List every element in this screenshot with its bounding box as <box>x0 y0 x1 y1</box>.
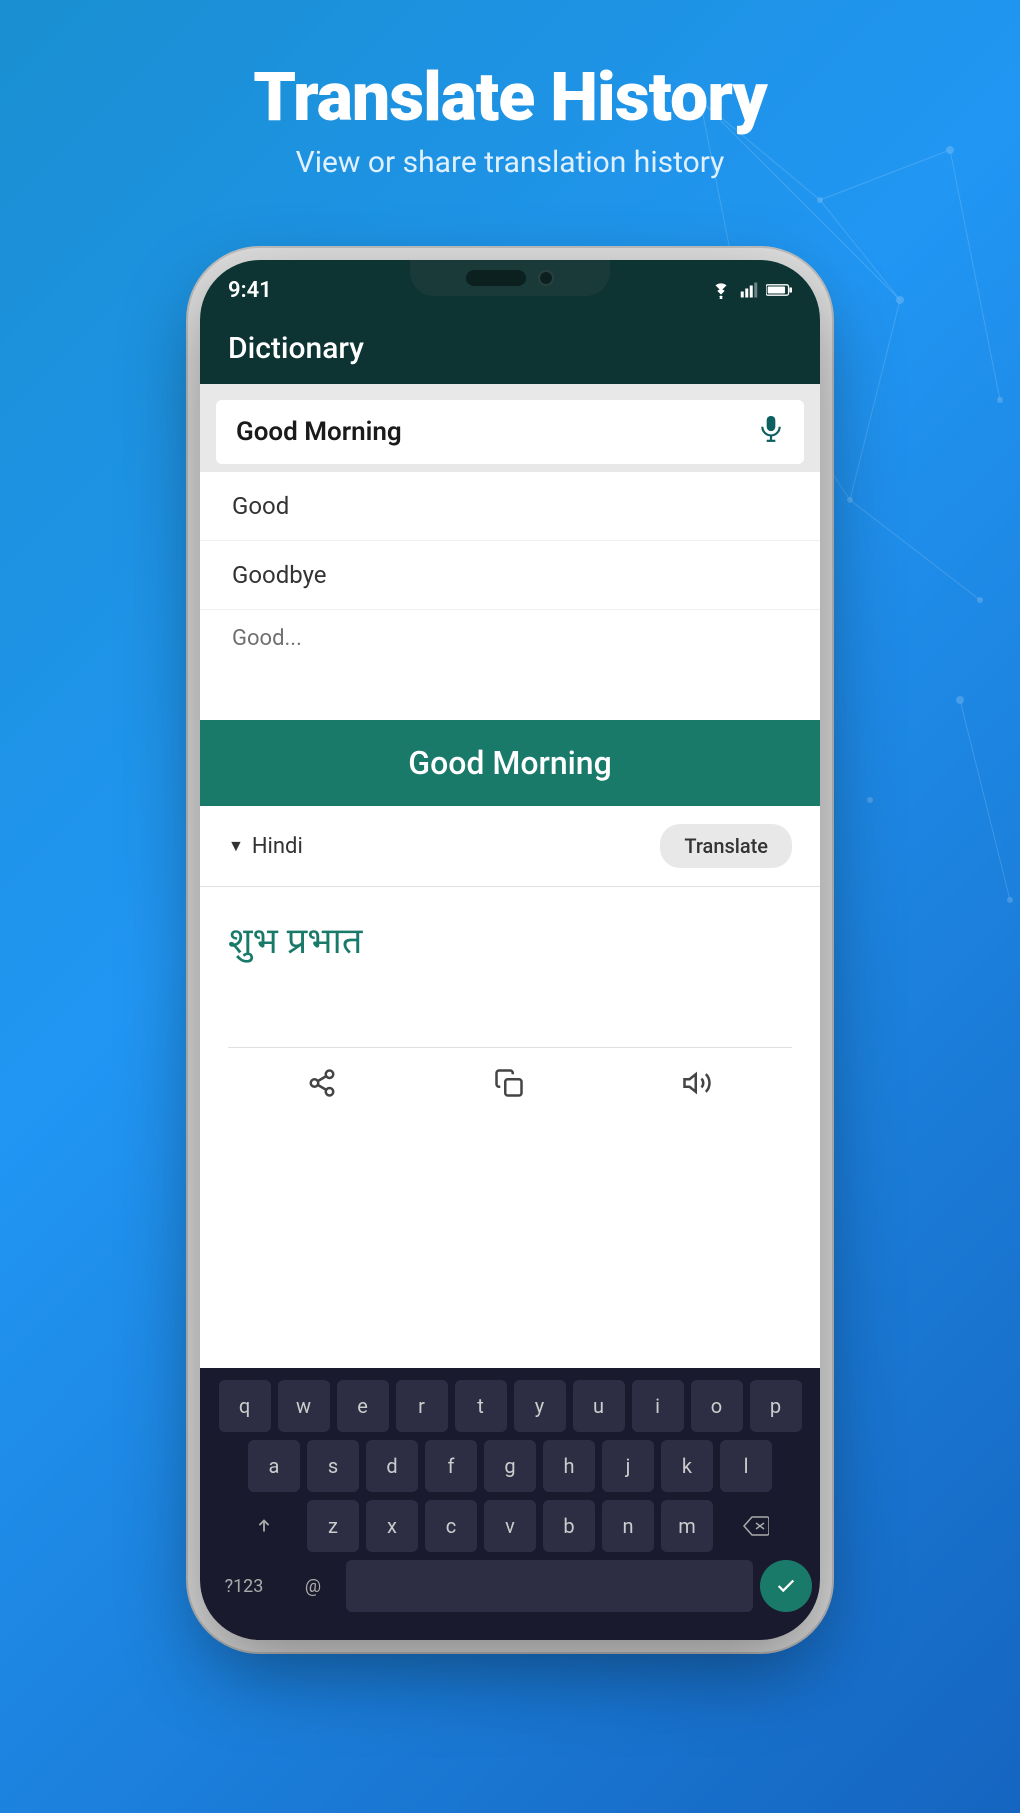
notch-camera <box>538 270 554 286</box>
wifi-icon <box>710 281 732 299</box>
key-n[interactable]: n <box>602 1500 654 1552</box>
language-selector[interactable]: ▼ Hindi <box>228 834 303 859</box>
key-f[interactable]: f <box>425 1440 477 1492</box>
key-c[interactable]: c <box>425 1500 477 1552</box>
keyboard-row-3: z x c v b n m <box>208 1500 812 1552</box>
autocomplete-item-partial[interactable]: Good... <box>200 610 820 667</box>
share-icon[interactable] <box>307 1068 337 1105</box>
key-b[interactable]: b <box>543 1500 595 1552</box>
enter-key[interactable] <box>760 1560 812 1612</box>
search-area: Good Morning <box>200 384 820 480</box>
key-r[interactable]: r <box>396 1380 448 1432</box>
key-p[interactable]: p <box>750 1380 802 1432</box>
translated-text: शुभ प्रभात <box>228 920 362 962</box>
keyboard-row-1: q w e r t y u i o p <box>208 1380 812 1432</box>
key-m[interactable]: m <box>661 1500 713 1552</box>
battery-icon <box>766 283 792 297</box>
autocomplete-list: Good Goodbye Good... <box>200 472 820 667</box>
key-i[interactable]: i <box>632 1380 684 1432</box>
dropdown-arrow-icon: ▼ <box>228 836 244 856</box>
key-h[interactable]: h <box>543 1440 595 1492</box>
autocomplete-item-goodbye[interactable]: Goodbye <box>200 541 820 610</box>
selected-language: Hindi <box>252 834 303 859</box>
key-t[interactable]: t <box>455 1380 507 1432</box>
phone-notch <box>410 260 610 296</box>
translation-result: शुभ प्रभात <box>200 887 820 1047</box>
search-input-value: Good Morning <box>236 417 402 447</box>
header-section: Translate History View or share translat… <box>0 60 1020 180</box>
keyboard-bottom-row: ?123 @ <box>208 1560 812 1612</box>
shift-key[interactable] <box>228 1500 300 1552</box>
phone-frame: 9:41 Dictionar <box>200 260 820 1640</box>
key-k[interactable]: k <box>661 1440 713 1492</box>
translation-lang-row: ▼ Hindi Translate <box>200 806 820 887</box>
key-l[interactable]: l <box>720 1440 772 1492</box>
key-a[interactable]: a <box>248 1440 300 1492</box>
key-z[interactable]: z <box>307 1500 359 1552</box>
app-title: Dictionary <box>228 331 364 366</box>
status-icons <box>710 281 792 299</box>
translation-actions <box>200 1048 820 1125</box>
key-e[interactable]: e <box>337 1380 389 1432</box>
key-j[interactable]: j <box>602 1440 654 1492</box>
delete-key[interactable] <box>720 1500 792 1552</box>
key-s[interactable]: s <box>307 1440 359 1492</box>
autocomplete-item-good[interactable]: Good <box>200 472 820 541</box>
key-x[interactable]: x <box>366 1500 418 1552</box>
page-subtitle: View or share translation history <box>0 145 1020 180</box>
key-v[interactable]: v <box>484 1500 536 1552</box>
speaker-icon[interactable] <box>681 1068 713 1105</box>
nums-key[interactable]: ?123 <box>208 1560 280 1612</box>
page-title: Translate History <box>0 60 1020 135</box>
key-y[interactable]: y <box>514 1380 566 1432</box>
key-q[interactable]: q <box>219 1380 271 1432</box>
search-box[interactable]: Good Morning <box>216 400 804 464</box>
at-key[interactable]: @ <box>287 1560 339 1612</box>
translation-header: Good Morning <box>200 720 820 806</box>
key-w[interactable]: w <box>278 1380 330 1432</box>
notch-speaker <box>466 270 526 286</box>
translation-card: Good Morning ▼ Hindi Translate शुभ प्रभा… <box>200 720 820 1125</box>
key-u[interactable]: u <box>573 1380 625 1432</box>
signal-icon <box>740 281 758 299</box>
mic-icon[interactable] <box>758 414 784 450</box>
key-g[interactable]: g <box>484 1440 536 1492</box>
keyboard: q w e r t y u i o p a s d f g h j k l <box>200 1368 820 1640</box>
key-d[interactable]: d <box>366 1440 418 1492</box>
space-key[interactable] <box>346 1560 753 1612</box>
translation-source-phrase: Good Morning <box>408 744 611 782</box>
key-o[interactable]: o <box>691 1380 743 1432</box>
copy-icon[interactable] <box>494 1068 524 1105</box>
keyboard-row-2: a s d f g h j k l <box>208 1440 812 1492</box>
app-header: Dictionary <box>200 312 820 384</box>
status-time: 9:41 <box>228 278 272 303</box>
translate-button[interactable]: Translate <box>660 824 792 868</box>
